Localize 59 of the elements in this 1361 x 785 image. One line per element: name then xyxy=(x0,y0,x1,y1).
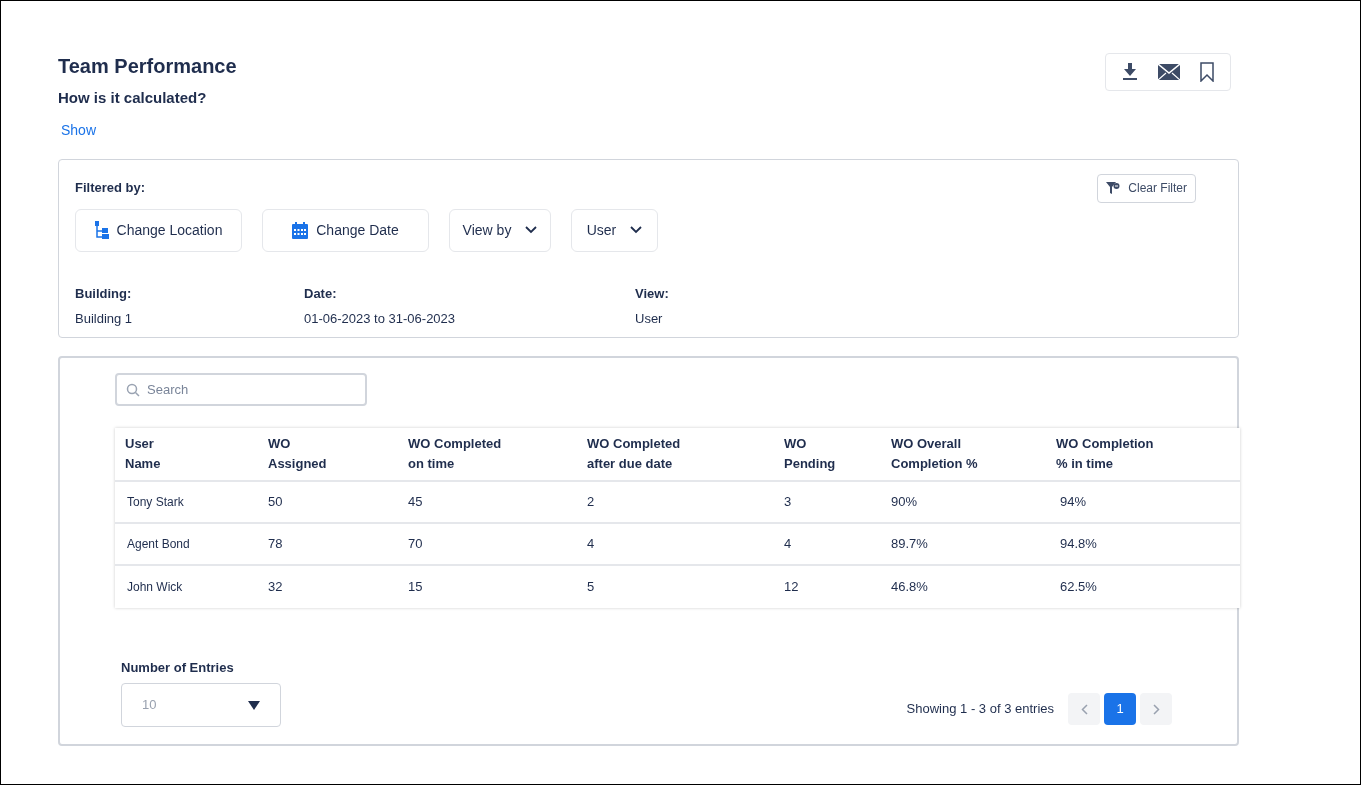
table-cell-text: 4 xyxy=(784,534,793,553)
summary-label: Date: xyxy=(304,284,338,303)
table-cell-text: 94.8% xyxy=(1059,534,1098,553)
table-cell-text: 70 xyxy=(408,534,424,553)
download-icon[interactable] xyxy=(1122,63,1138,81)
table-cell-text: 78 xyxy=(268,534,284,553)
chevron-down-icon xyxy=(630,226,643,234)
hierarchy-icon xyxy=(94,221,109,239)
column-header: WO Pending xyxy=(784,434,837,473)
table-cell-text: 12 xyxy=(784,577,800,596)
clear-filter-button[interactable]: Clear Filter xyxy=(1097,173,1196,203)
column-header: User Name xyxy=(125,434,162,473)
table-cell-text: 15 xyxy=(408,577,424,596)
show-link[interactable]: Show xyxy=(61,119,237,141)
dropdown-button[interactable]: View by xyxy=(449,208,551,252)
mail-icon[interactable] xyxy=(1158,64,1180,80)
summary-value: 01-06-2023 to 31-06-2023 xyxy=(304,310,457,328)
filter-label: Filtered by: xyxy=(75,178,146,197)
dropdown-button[interactable]: User xyxy=(571,208,658,252)
summary-label: View: xyxy=(635,284,670,303)
table-cell-text: 2 xyxy=(587,492,596,511)
table-cell-text: Agent Bond xyxy=(126,535,191,553)
dropdown-caret-icon xyxy=(248,700,260,710)
filter-clear-icon xyxy=(1106,181,1121,195)
column-header: WO Completed on time xyxy=(408,434,503,473)
column-header: WO Completed after due date xyxy=(587,434,682,473)
table-cell-text: 46.8% xyxy=(891,577,929,596)
summary-value: User xyxy=(635,310,664,328)
table-cell-text: 4 xyxy=(587,534,596,553)
location-button[interactable]: Change Location xyxy=(75,208,242,252)
date-button[interactable]: Change Date xyxy=(262,208,429,252)
table-cell-text: Tony Stark xyxy=(126,493,185,511)
pagination-summary: Showing 1 - 3 of 3 entries xyxy=(906,700,1054,719)
table-cell-text: 90% xyxy=(891,492,919,511)
table-cell-text: 3 xyxy=(784,492,793,511)
bookmark-icon[interactable] xyxy=(1200,62,1214,82)
column-header: WO Completion % in time xyxy=(1056,434,1155,473)
table-cell-text: 45 xyxy=(408,492,424,511)
page-title: Team Performance xyxy=(58,54,237,77)
table-cell-text: 62.5% xyxy=(1059,577,1098,596)
page-button[interactable]: 1 xyxy=(1104,693,1136,725)
calendar-icon xyxy=(292,221,309,239)
summary-value: Building 1 xyxy=(75,310,134,328)
column-header: WO Assigned xyxy=(268,434,328,473)
subtitle: How is it calculated? xyxy=(58,88,208,108)
entries-label: Number of Entries xyxy=(121,658,235,677)
table-cell-text: 94% xyxy=(1059,492,1088,511)
table-cell-text: John Wick xyxy=(126,578,184,596)
column-header: WO Overall Completion % xyxy=(891,434,979,473)
table-cell-text: 5 xyxy=(587,577,596,596)
table-cell-text: 50 xyxy=(268,492,284,511)
chevron-right-icon xyxy=(1152,703,1160,715)
table-cell-text: 32 xyxy=(268,577,284,596)
chevron-down-icon xyxy=(525,226,538,234)
table-cell-text: 89.7% xyxy=(891,534,929,553)
search-field[interactable]: Search xyxy=(115,372,367,406)
search-icon xyxy=(126,382,140,397)
summary-label: Building: xyxy=(75,284,133,303)
chevron-left-icon xyxy=(1080,703,1088,715)
